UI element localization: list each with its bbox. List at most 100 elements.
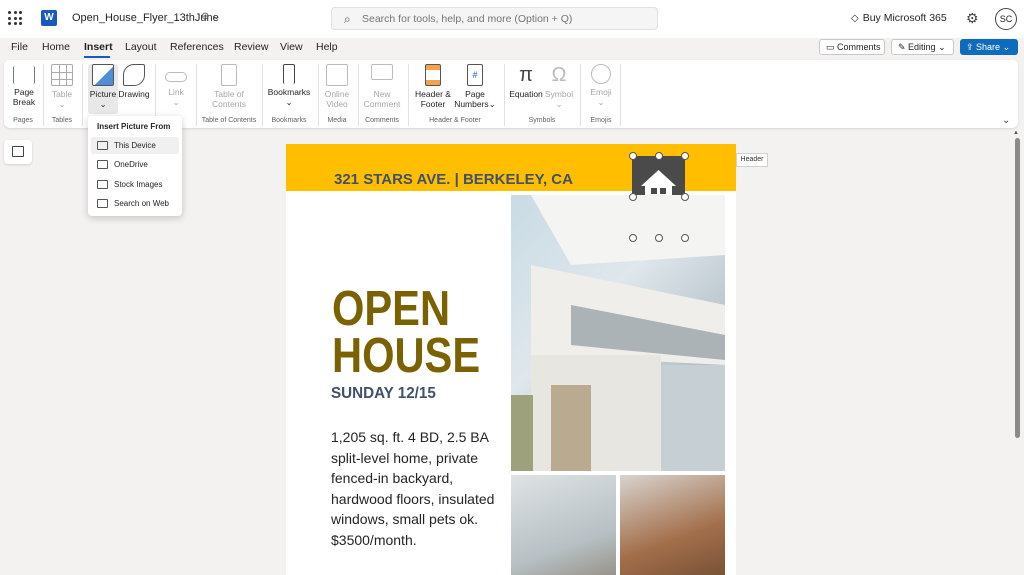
app-launcher-icon[interactable] <box>8 11 22 25</box>
divider <box>82 64 83 126</box>
building-photo[interactable] <box>511 195 725 471</box>
collapse-ribbon-icon[interactable]: ⌄ <box>1002 115 1010 126</box>
header-footer-button[interactable]: Header & Footer <box>412 64 454 109</box>
share-button[interactable]: ⇪ Share ⌄ <box>960 39 1018 55</box>
brick-house-photo[interactable] <box>620 475 725 575</box>
resize-handle[interactable] <box>655 152 663 160</box>
pencil-icon: ✎ <box>898 42 909 52</box>
resize-handle[interactable] <box>655 234 663 242</box>
header-tooltip: Header <box>736 153 768 167</box>
share-label: Share <box>976 42 1001 52</box>
table-icon <box>51 64 73 86</box>
resize-handle[interactable] <box>681 234 689 242</box>
gear-icon[interactable]: ⚙ <box>966 10 979 27</box>
group-label-toc: Table of Contents <box>201 117 257 124</box>
vertical-scrollbar[interactable] <box>1015 138 1020 438</box>
tab-layout[interactable]: Layout <box>125 41 157 53</box>
page-break-button[interactable]: Page Break <box>9 64 39 107</box>
group-label-comments: Comments <box>365 117 399 124</box>
equation-button[interactable]: π Equation <box>508 64 544 99</box>
resize-handle[interactable] <box>681 193 689 201</box>
menu-title: Insert Picture From <box>97 122 171 131</box>
group-label-tables: Tables <box>51 117 73 124</box>
link-button[interactable]: Link ⌄ <box>162 64 190 107</box>
chevron-down-icon: ⌄ <box>935 42 946 52</box>
comment-icon: ▭ <box>826 42 838 52</box>
editing-mode-button[interactable]: ✎ Editing ⌄ <box>891 39 954 55</box>
buy-microsoft-365-button[interactable]: ◇ Buy Microsoft 365 <box>851 12 947 24</box>
table-button[interactable]: Table ⌄ <box>48 64 76 109</box>
resize-handle[interactable] <box>681 152 689 160</box>
search-icon: ⌕ <box>344 12 351 26</box>
picture-button[interactable]: Picture ⌄ <box>88 64 118 114</box>
online-video-button[interactable]: Online Video <box>322 64 352 109</box>
picture-icon <box>92 64 114 86</box>
page-number-icon: # <box>467 64 483 86</box>
avatar[interactable]: SC <box>995 8 1017 30</box>
headline-open: OPEN <box>332 282 451 336</box>
menu-item-onedrive[interactable]: OneDrive <box>91 156 179 173</box>
document-page[interactable]: 321 STARS AVE. | BERKELEY, CA OPEN HOUSE … <box>286 144 736 575</box>
stock-images-icon <box>97 180 108 189</box>
listing-description[interactable]: 1,205 sq. ft. 4 BD, 2.5 BA split-level h… <box>331 427 511 550</box>
tab-references[interactable]: References <box>170 41 224 53</box>
tab-file[interactable]: File <box>11 41 28 53</box>
divider <box>408 64 409 126</box>
resize-handle[interactable] <box>629 193 637 201</box>
header-footer-icon <box>425 64 441 86</box>
group-label-pages: Pages <box>13 117 33 124</box>
tab-review[interactable]: Review <box>234 41 268 53</box>
chevron-down-icon: ⌄ <box>1000 42 1011 52</box>
search-box[interactable]: ⌕ <box>331 7 658 30</box>
title-bar: W Open_House_Flyer_13thJune ⊛ ⌄ ⌕ ◇Buy M… <box>0 0 1024 38</box>
link-icon <box>165 72 187 82</box>
document-title[interactable]: Open_House_Flyer_13thJune <box>72 12 219 24</box>
headline-house: HOUSE <box>332 329 481 383</box>
video-icon <box>326 64 348 86</box>
editing-label: Editing <box>908 42 936 52</box>
comments-label: Comments <box>837 42 881 52</box>
diamond-icon: ◇ <box>851 13 859 24</box>
group-label-symbols: Symbols <box>528 117 556 124</box>
scroll-up-icon[interactable]: ▲ <box>1013 130 1019 136</box>
address-text[interactable]: 321 STARS AVE. | BERKELEY, CA <box>334 171 573 188</box>
resize-handle[interactable] <box>629 152 637 160</box>
pi-icon: π <box>519 64 533 86</box>
page-break-icon <box>13 66 35 84</box>
active-tab-indicator <box>84 56 110 58</box>
tab-insert[interactable]: Insert <box>84 41 113 53</box>
panel-icon <box>12 146 24 157</box>
symbol-button[interactable]: Ω Symbol ⌄ <box>544 64 574 109</box>
bookmarks-button[interactable]: Bookmarks ⌄ <box>266 64 312 107</box>
menu-item-stock-images[interactable]: Stock Images <box>91 176 179 193</box>
divider <box>358 64 359 126</box>
interior-photo[interactable] <box>511 475 616 575</box>
new-comment-button[interactable]: New Comment <box>362 64 402 109</box>
emoji-button[interactable]: Emoji ⌄ <box>586 64 616 107</box>
device-icon <box>97 141 108 150</box>
page-numbers-button[interactable]: # Page Numbers⌄ <box>452 64 498 109</box>
menu-item-this-device[interactable]: This Device <box>91 137 179 154</box>
comments-button[interactable]: ▭ Comments <box>819 39 885 55</box>
onedrive-icon <box>97 160 108 169</box>
word-logo-icon: W <box>41 10 57 26</box>
comment-icon <box>371 64 393 80</box>
share-icon: ⇪ <box>966 42 977 52</box>
table-of-contents-button[interactable]: Table of Contents <box>202 64 256 109</box>
navigation-pane-button[interactable] <box>4 140 32 164</box>
headline[interactable]: OPEN HOUSE <box>332 285 481 383</box>
drawing-button[interactable]: Drawing <box>118 64 150 99</box>
tab-help[interactable]: Help <box>316 41 338 53</box>
emoji-icon <box>591 64 611 84</box>
search-input[interactable] <box>362 11 652 27</box>
tab-view[interactable]: View <box>280 41 303 53</box>
building-illustration <box>511 195 725 471</box>
tab-home[interactable]: Home <box>42 41 70 53</box>
insert-picture-menu: Insert Picture From This Device OneDrive… <box>88 116 182 216</box>
event-date[interactable]: SUNDAY 12/15 <box>331 385 436 403</box>
save-status-icon[interactable]: ⊛ ⌄ <box>201 11 221 22</box>
divider <box>620 64 621 126</box>
menu-item-search-web[interactable]: Search on Web <box>91 195 179 212</box>
divider <box>318 64 319 126</box>
resize-handle[interactable] <box>629 234 637 242</box>
